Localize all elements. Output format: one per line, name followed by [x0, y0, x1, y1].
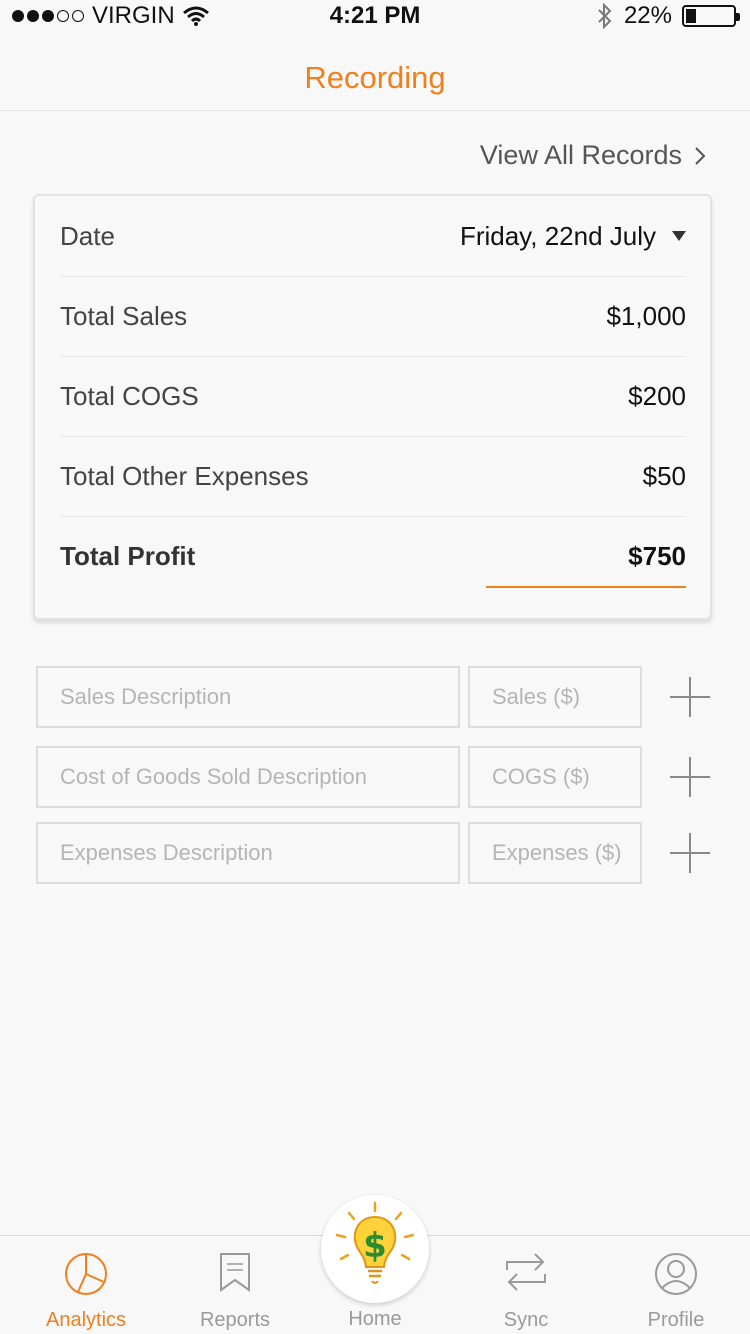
- battery-icon: [682, 5, 740, 27]
- tab-analytics[interactable]: Analytics: [11, 1236, 161, 1334]
- add-cogs-icon[interactable]: [670, 757, 710, 797]
- nav-divider: [0, 110, 750, 111]
- date-row: Date Friday, 22nd July: [60, 196, 686, 276]
- pie-chart-icon: [65, 1253, 107, 1295]
- sales-description-input[interactable]: [36, 666, 460, 728]
- tab-analytics-label: Analytics: [45, 1309, 127, 1331]
- total-sales-value: $1,000: [606, 300, 686, 331]
- total-profit-row: Total Profit $750: [60, 516, 686, 596]
- svg-text:$: $: [363, 1226, 387, 1266]
- total-other-expenses-value: $50: [642, 460, 686, 491]
- summary-card: Date Friday, 22nd July Total Sales $1,00…: [33, 194, 712, 620]
- bookmark-icon: [220, 1253, 250, 1292]
- view-all-records-link[interactable]: View All Records: [480, 140, 706, 171]
- date-picker[interactable]: Friday, 22nd July: [460, 221, 686, 252]
- total-sales-row: Total Sales $1,000: [60, 276, 686, 356]
- chevron-right-icon: [695, 146, 706, 165]
- recording-screen: VIRGIN 4:21 PM 22% Recording View All Re…: [0, 0, 750, 1334]
- battery-fill: [686, 9, 696, 23]
- cogs-amount-input[interactable]: [468, 746, 642, 808]
- add-sales-icon[interactable]: [670, 677, 710, 717]
- total-other-expenses-row: Total Other Expenses $50: [60, 436, 686, 516]
- total-profit-label: Total Profit: [60, 540, 196, 571]
- tab-home-label: Home: [348, 1308, 402, 1330]
- total-cogs-label: Total COGS: [60, 380, 199, 411]
- cogs-description-input[interactable]: [36, 746, 460, 808]
- tab-profile[interactable]: Profile: [601, 1236, 750, 1334]
- lightbulb-dollar-icon: $: [335, 1201, 415, 1284]
- total-cogs-value: $200: [628, 380, 686, 411]
- date-value: Friday, 22nd July: [459, 220, 656, 251]
- battery-percent: 22%: [623, 2, 672, 29]
- tab-sync-label: Sync: [503, 1309, 549, 1331]
- sync-arrows-icon: [506, 1253, 546, 1291]
- total-profit-value: $750: [628, 540, 686, 571]
- total-cogs-row: Total COGS $200: [60, 356, 686, 436]
- page-title: Recording: [304, 60, 446, 95]
- sales-amount-input[interactable]: [468, 666, 642, 728]
- user-profile-icon: [655, 1253, 697, 1295]
- expenses-amount-input[interactable]: [468, 822, 642, 884]
- add-expenses-icon[interactable]: [670, 833, 710, 873]
- tab-reports-label: Reports: [199, 1309, 271, 1331]
- expenses-description-input[interactable]: [36, 822, 460, 884]
- profit-underline: [486, 586, 686, 588]
- tab-sync[interactable]: Sync: [451, 1236, 601, 1334]
- total-sales-label: Total Sales: [60, 300, 188, 331]
- tab-profile-label: Profile: [647, 1309, 705, 1331]
- tab-reports[interactable]: Reports: [160, 1236, 310, 1334]
- view-all-records-label: View All Records: [479, 140, 682, 170]
- status-bar: VIRGIN 4:21 PM 22%: [0, 0, 750, 32]
- home-button[interactable]: $: [321, 1195, 429, 1303]
- dropdown-caret-icon: [672, 231, 686, 241]
- status-right: 22%: [596, 2, 740, 30]
- total-other-expenses-label: Total Other Expenses: [60, 460, 309, 491]
- bluetooth-icon: [598, 3, 612, 29]
- date-label: Date: [60, 220, 115, 251]
